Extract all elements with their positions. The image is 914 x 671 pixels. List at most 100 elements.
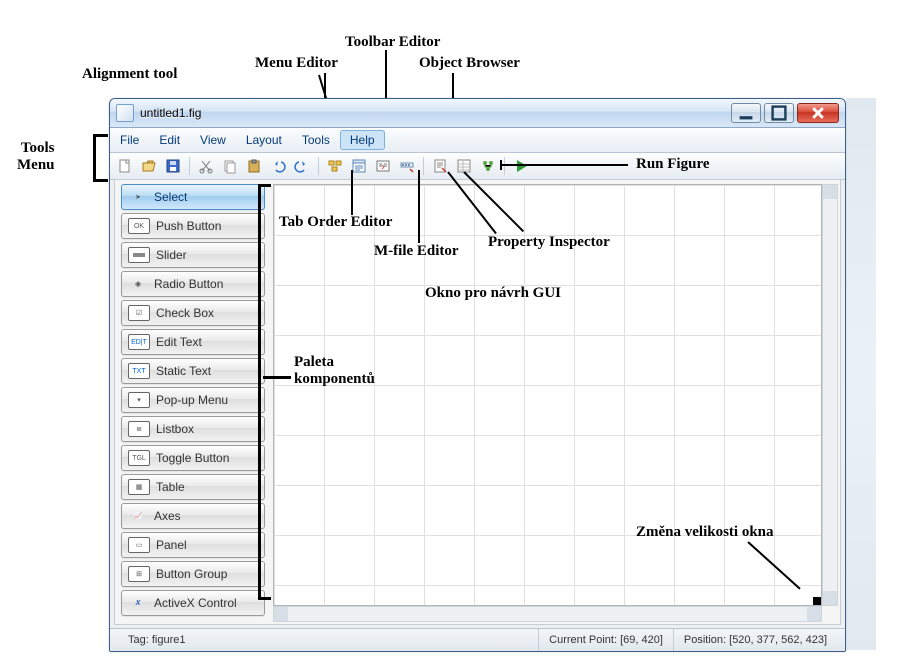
radio-icon: ◉ (128, 277, 148, 291)
tb-cut-icon[interactable] (195, 155, 217, 177)
pal-table[interactable]: ▦ Table (121, 474, 265, 500)
popup-icon: ▾ (128, 392, 150, 408)
pal-activex-control[interactable]: X ActiveX Control (121, 590, 265, 616)
pal-label: Table (156, 480, 185, 494)
titlebar[interactable]: untitled1.fig (110, 99, 845, 128)
tb-paste-icon[interactable] (243, 155, 265, 177)
menu-view[interactable]: View (190, 128, 236, 152)
toggle-icon: TGL (128, 450, 150, 466)
pal-label: Static Text (156, 364, 211, 378)
check-icon: ☑ (128, 305, 150, 321)
leader-run (500, 164, 628, 166)
pal-slider[interactable]: Slider (121, 242, 265, 268)
pal-listbox[interactable]: ≣ Listbox (121, 416, 265, 442)
leader-palette (263, 376, 291, 379)
pal-label: Push Button (156, 219, 221, 233)
pal-label: Listbox (156, 422, 194, 436)
ok-icon: OK (128, 218, 150, 234)
bracket-palette (258, 184, 271, 600)
pal-label: ActiveX Control (154, 596, 237, 610)
edit-icon: ED|T (128, 334, 150, 350)
annot-menu-editor: Menu Editor (255, 55, 338, 72)
annot-mfile-editor: M-file Editor (374, 243, 459, 260)
pal-toggle-button[interactable]: TGL Toggle Button (121, 445, 265, 471)
txt-icon: TXT (128, 363, 150, 379)
annot-canvas-label: Okno pro návrh GUI (425, 285, 561, 302)
list-icon: ≣ (128, 421, 150, 437)
horizontal-scrollbar[interactable] (273, 606, 822, 622)
annot-tools-menu: Tools Menu (17, 140, 55, 174)
bracket-tools-menu (93, 134, 108, 182)
component-palette: ➤Select OK Push Button Slider ◉ Radio Butt… (121, 184, 265, 616)
annot-property-inspector: Property Inspector (488, 234, 610, 251)
tb-toolbar-editor-icon[interactable] (396, 155, 418, 177)
toolbar (110, 153, 845, 180)
guide-window: untitled1.fig File Edit View Layout Tool… (109, 98, 846, 652)
menu-edit[interactable]: Edit (149, 128, 190, 152)
close-button[interactable] (797, 103, 839, 123)
pal-axes[interactable]: 📈Axes (121, 503, 265, 529)
pal-panel[interactable]: ▭ Panel (121, 532, 265, 558)
stage: Tools Menu Alignment tool Menu Editor To… (0, 0, 914, 671)
menu-layout[interactable]: Layout (236, 128, 292, 152)
annot-alignment-tool: Alignment tool (82, 66, 177, 83)
table-icon: ▦ (128, 479, 150, 495)
resize-handle[interactable] (813, 597, 821, 605)
app-icon (116, 104, 134, 122)
pal-select[interactable]: ➤Select (121, 184, 265, 210)
pal-label: Slider (156, 248, 187, 262)
annot-toolbar-editor: Toolbar Editor (345, 34, 440, 51)
annot-run-figure: Run Figure (636, 156, 709, 173)
pal-check-box[interactable]: ☑ Check Box (121, 300, 265, 326)
slider-icon (128, 247, 150, 263)
pal-popup-menu[interactable]: ▾ Pop-up Menu (121, 387, 265, 413)
tb-new-icon[interactable] (114, 155, 136, 177)
tb-copy-icon[interactable] (219, 155, 241, 177)
pal-static-text[interactable]: TXT Static Text (121, 358, 265, 384)
leader-tab (351, 170, 353, 215)
menubar: File Edit View Layout Tools Help (110, 128, 845, 153)
minimize-button[interactable] (731, 103, 761, 123)
pal-edit-text[interactable]: ED|T Edit Text (121, 329, 265, 355)
statusbar: Tag: figure1 Current Point: [69, 420] Po… (110, 628, 845, 651)
pal-label: Panel (156, 538, 187, 552)
pal-radio-button[interactable]: ◉ Radio Button (121, 271, 265, 297)
pal-label: Radio Button (154, 277, 223, 291)
status-tag: Tag: figure1 (118, 634, 195, 646)
tb-open-icon[interactable] (138, 155, 160, 177)
annot-resize-label: Změna velikosti okna (636, 524, 774, 541)
window-title: untitled1.fig (140, 106, 731, 120)
tb-tab-order-icon[interactable] (372, 155, 394, 177)
panel-icon: ▭ (128, 537, 150, 553)
activex-icon: X (128, 596, 148, 610)
tb-redo-icon[interactable] (291, 155, 313, 177)
group-icon: ⊞ (128, 566, 150, 582)
maximize-button[interactable] (764, 103, 794, 123)
annot-tab-order: Tab Order Editor (279, 214, 392, 231)
status-position: Position: [520, 377, 562, 423] (673, 629, 837, 651)
pal-push-button[interactable]: OK Push Button (121, 213, 265, 239)
tb-object-browser-icon[interactable] (477, 155, 499, 177)
leader-run-arrow (500, 160, 502, 170)
tb-undo-icon[interactable] (267, 155, 289, 177)
menu-help[interactable]: Help (340, 130, 385, 150)
vertical-scrollbar[interactable] (822, 184, 838, 606)
annot-palette-label: Paleta komponentů (294, 354, 375, 388)
pal-label: Edit Text (156, 335, 202, 349)
pal-label: Button Group (156, 567, 227, 581)
pal-label: Select (154, 190, 187, 204)
tb-align-icon[interactable] (324, 155, 346, 177)
tb-save-icon[interactable] (162, 155, 184, 177)
pal-label: Axes (154, 509, 181, 523)
pal-label: Toggle Button (156, 451, 229, 465)
menu-file[interactable]: File (110, 128, 149, 152)
pal-label: Pop-up Menu (156, 393, 228, 407)
desktop-edge (846, 98, 876, 650)
menu-tools[interactable]: Tools (292, 128, 340, 152)
pal-label: Check Box (156, 306, 214, 320)
status-current-point: Current Point: [69, 420] (538, 629, 673, 651)
leader-mfile (418, 170, 420, 243)
pal-button-group[interactable]: ⊞ Button Group (121, 561, 265, 587)
workarea: ➤Select OK Push Button Slider ◉ Radio Butt… (114, 179, 841, 625)
tb-run-icon[interactable] (510, 155, 532, 177)
